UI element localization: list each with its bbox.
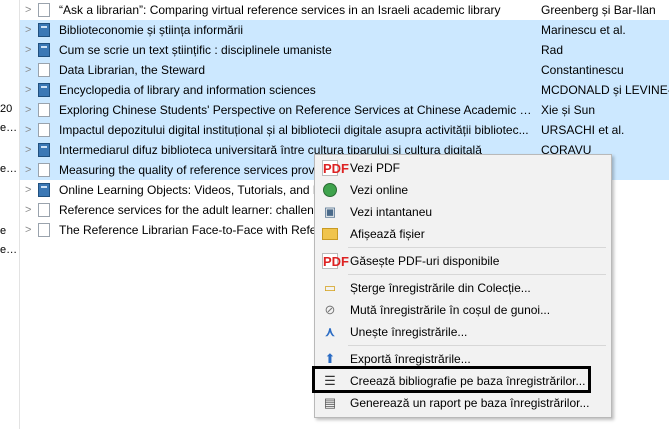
chevron-right-icon[interactable]: > — [25, 184, 35, 196]
menu-item-label: Generează un raport pe baza înregistrări… — [350, 396, 590, 410]
menu-item-view-pdf[interactable]: PDF Vezi PDF — [315, 157, 611, 179]
pane-fragment: e… — [0, 244, 18, 256]
list-item[interactable]: > Impactul depozitului digital instituți… — [20, 120, 669, 140]
document-icon — [38, 3, 50, 17]
menu-item-show-file[interactable]: Afișează fișier — [315, 223, 611, 245]
chevron-right-icon[interactable]: > — [25, 204, 35, 216]
list-item[interactable]: > Data Librarian, the Steward Constantin… — [20, 60, 669, 80]
book-icon — [38, 23, 50, 37]
menu-item-label: Vezi online — [350, 183, 409, 197]
chevron-right-icon[interactable]: > — [25, 64, 35, 76]
menu-item-merge[interactable]: ⋏ Unește înregistrările... — [315, 321, 611, 343]
menu-item-view-snapshot[interactable]: ▣ Vezi intantaneu — [315, 201, 611, 223]
document-icon — [38, 123, 50, 137]
list-item[interactable]: > Exploring Chinese Students' Perspectiv… — [20, 100, 669, 120]
menu-separator — [348, 247, 606, 248]
chevron-right-icon[interactable]: > — [25, 144, 35, 156]
menu-item-label: Vezi intantaneu — [350, 205, 433, 219]
document-icon — [38, 203, 50, 217]
export-icon: ⬆ — [324, 351, 336, 366]
pane-fragment: e — [0, 225, 7, 237]
item-creator: MCDONALD și LEVINE-C — [541, 83, 669, 97]
item-title: Encyclopedia of library and information … — [59, 83, 316, 97]
menu-item-label: Exportă înregistrările... — [350, 352, 471, 366]
highlight-box — [312, 366, 591, 393]
item-creator: Constantinescu — [541, 63, 624, 77]
item-title: Data Librarian, the Steward — [59, 63, 206, 77]
chevron-right-icon[interactable]: > — [25, 4, 35, 16]
list-item[interactable]: > Cum se scrie un text științific : disc… — [20, 40, 669, 60]
menu-item-remove-from-collection[interactable]: ▭ Șterge înregistrările din Colecție... — [315, 277, 611, 299]
menu-item-label: Unește înregistrările... — [350, 325, 468, 339]
pane-fragment: e… — [0, 122, 18, 134]
chevron-right-icon[interactable]: > — [25, 124, 35, 136]
merge-icon: ⋏ — [325, 324, 335, 339]
list-item[interactable]: > Encyclopedia of library and informatio… — [20, 80, 669, 100]
menu-item-label: Vezi PDF — [350, 161, 401, 175]
book-icon — [38, 83, 50, 97]
book-icon — [38, 43, 50, 57]
chevron-right-icon[interactable]: > — [25, 104, 35, 116]
item-title: Impactul depozitului digital instituțion… — [59, 123, 529, 137]
report-icon: ▤ — [323, 395, 337, 410]
find-pdf-icon: PDF — [322, 253, 349, 269]
item-creator: Greenberg și Bar-Ilan — [541, 3, 656, 17]
menu-item-generate-report[interactable]: ▤ Generează un raport pe baza înregistră… — [315, 392, 611, 414]
pdf-icon: PDF — [322, 160, 349, 176]
folder-icon — [322, 228, 338, 240]
book-icon — [38, 183, 50, 197]
globe-icon — [323, 183, 337, 197]
chevron-right-icon[interactable]: > — [25, 24, 35, 36]
snapshot-icon: ▣ — [323, 204, 337, 219]
trash-icon: ⊘ — [324, 302, 336, 317]
item-title: “Ask a librarian”: Comparing virtual ref… — [59, 3, 501, 17]
item-creator: Marinescu et al. — [541, 23, 626, 37]
document-icon — [38, 63, 50, 77]
menu-item-label: Găsește PDF-uri disponibile — [350, 254, 500, 268]
book-icon — [38, 143, 50, 157]
chevron-right-icon[interactable]: > — [25, 224, 35, 236]
menu-item-label: Mută înregistrările în coșul de gunoi... — [350, 303, 551, 317]
menu-item-find-pdfs[interactable]: PDF Găsește PDF-uri disponibile — [315, 250, 611, 272]
item-creator: Xie și Sun — [541, 103, 596, 117]
chevron-right-icon[interactable]: > — [25, 164, 35, 176]
list-item[interactable]: > Biblioteconomie și știința informării … — [20, 20, 669, 40]
menu-item-view-online[interactable]: Vezi online — [315, 179, 611, 201]
pane-fragment: 20 — [0, 103, 13, 115]
menu-separator — [348, 274, 606, 275]
document-icon — [38, 103, 50, 117]
pane-fragment: e… — [0, 163, 18, 175]
list-item[interactable]: > “Ask a librarian”: Comparing virtual r… — [20, 0, 669, 20]
collections-pane-edge: 20 e… e… e e… — [0, 0, 19, 429]
remove-from-collection-icon: ▭ — [323, 280, 337, 295]
chevron-right-icon[interactable]: > — [25, 44, 35, 56]
menu-item-label: Șterge înregistrările din Colecție... — [350, 281, 531, 295]
item-creator: URSACHI et al. — [541, 123, 625, 137]
item-creator: Rad — [541, 43, 564, 57]
item-title: Exploring Chinese Students' Perspective … — [59, 103, 535, 117]
menu-item-move-to-trash[interactable]: ⊘ Mută înregistrările în coșul de gunoi.… — [315, 299, 611, 321]
menu-separator — [348, 345, 606, 346]
document-icon — [38, 163, 50, 177]
document-icon — [38, 223, 50, 237]
item-title: Cum se scrie un text științific : discip… — [59, 43, 332, 57]
item-title: Biblioteconomie și știința informării — [59, 23, 244, 37]
menu-item-label: Afișează fișier — [350, 227, 425, 241]
chevron-right-icon[interactable]: > — [25, 84, 35, 96]
